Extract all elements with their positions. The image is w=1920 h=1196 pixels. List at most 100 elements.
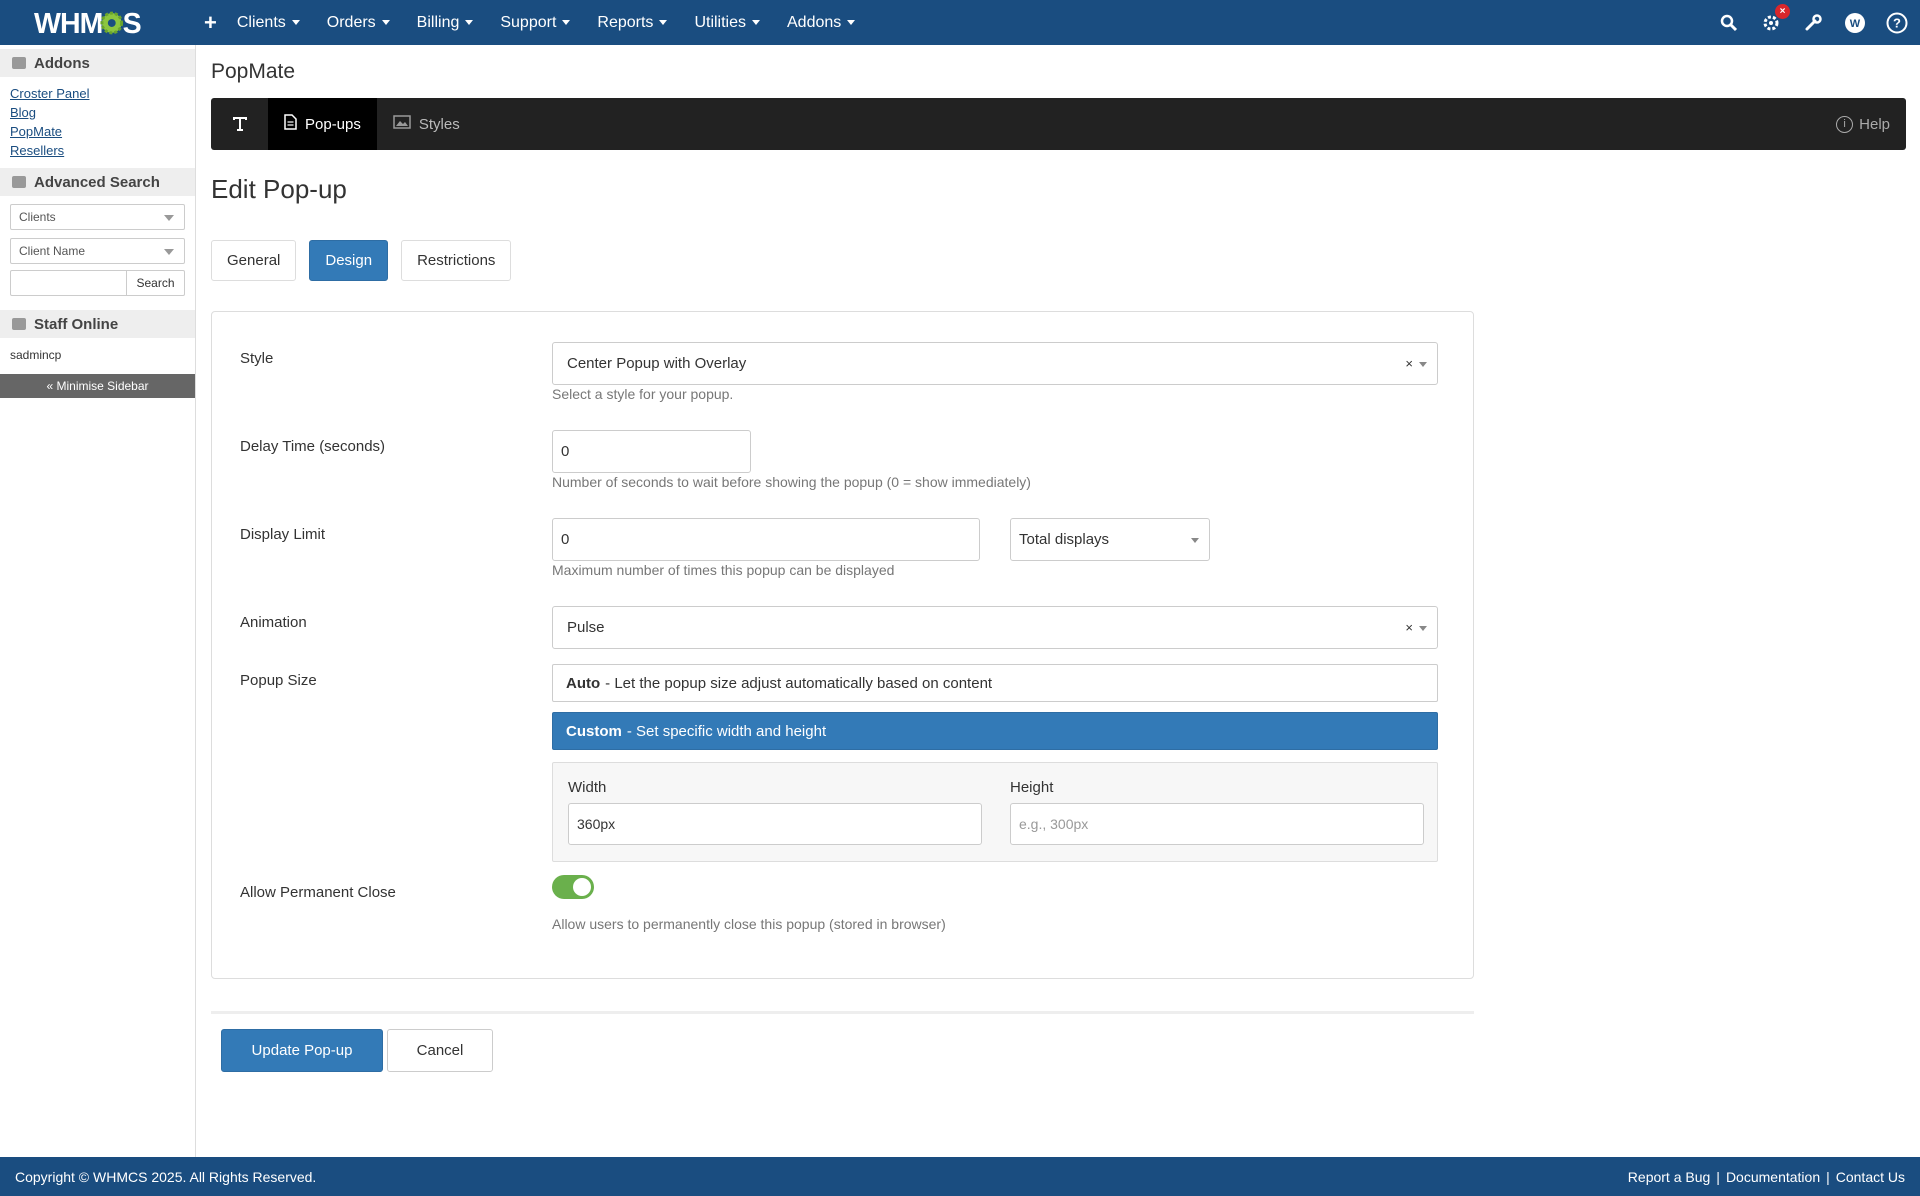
animation-select-value: Pulse (567, 619, 605, 636)
nav-reports-label: Reports (597, 13, 654, 31)
sidebar-link-resellers[interactable]: Resellers (10, 141, 185, 160)
binoculars-icon (12, 176, 26, 188)
animation-select[interactable]: Pulse × (552, 606, 1438, 649)
update-popup-button[interactable]: Update Pop-up (221, 1029, 383, 1072)
image-icon (393, 115, 411, 133)
sidebar-search-button[interactable]: Search (127, 270, 185, 296)
footer-separator: | (1716, 1168, 1720, 1185)
module-help-link[interactable]: i Help (1836, 98, 1890, 150)
search-field-value: Client Name (19, 244, 86, 258)
module-logo-icon[interactable] (211, 98, 268, 150)
perm-close-toggle[interactable] (552, 875, 594, 899)
nav-clients[interactable]: Clients (237, 14, 300, 32)
page-title: PopMate (211, 60, 296, 83)
nav-billing[interactable]: Billing (417, 14, 474, 32)
chevron-down-icon (1191, 538, 1199, 543)
svg-text:W: W (1850, 18, 1861, 30)
search-type-select[interactable]: Clients (10, 204, 185, 230)
search-type-value: Clients (19, 210, 56, 224)
sidebar-link-blog[interactable]: Blog (10, 103, 185, 122)
cancel-button[interactable]: Cancel (387, 1029, 493, 1072)
delay-input[interactable]: 0 (552, 430, 751, 473)
size-custom-desc: - Set specific width and height (626, 722, 827, 740)
footer: Copyright © WHMCS 2025. All Rights Reser… (0, 1157, 1920, 1196)
footer-documentation-link[interactable]: Documentation (1726, 1169, 1820, 1185)
sidebar-addons-links: Croster Panel Blog PopMate Resellers (0, 77, 195, 164)
caret-down-icon (562, 19, 571, 25)
caret-down-icon (291, 19, 300, 25)
size-auto-title: Auto (566, 674, 601, 692)
users-icon (12, 318, 26, 330)
nav-utilities[interactable]: Utilities (694, 14, 760, 32)
nav-orders-label: Orders (326, 13, 376, 31)
width-input-value: 360px (577, 816, 616, 832)
nav-orders[interactable]: Orders (327, 14, 390, 32)
quick-add-button[interactable]: + (204, 10, 217, 36)
sidebar-staff-title: Staff Online (34, 315, 119, 333)
whmcs-account-icon[interactable]: W (1844, 12, 1866, 34)
subtab-restrictions[interactable]: Restrictions (401, 240, 512, 281)
footer-report-bug-link[interactable]: Report a Bug (1628, 1169, 1711, 1185)
wrench-icon[interactable] (1802, 12, 1824, 34)
perm-close-label: Allow Permanent Close (240, 884, 396, 901)
style-select-value: Center Popup with Overlay (567, 355, 747, 372)
sidebar-staff-header: Staff Online (0, 310, 195, 338)
chevron-down-icon (1419, 362, 1427, 367)
display-limit-mode-value: Total displays (1019, 531, 1110, 548)
animation-label: Animation (240, 614, 307, 631)
sidebar-link-popmate[interactable]: PopMate (10, 122, 185, 141)
display-limit-help: Maximum number of times this popup can b… (552, 562, 895, 578)
help-circle-icon[interactable]: ? (1886, 12, 1908, 34)
subtab-design[interactable]: Design (309, 240, 389, 281)
height-label: Height (1010, 779, 1054, 796)
caret-down-icon (465, 19, 474, 25)
sidebar-link-croster-panel[interactable]: Croster Panel (10, 84, 185, 103)
style-select[interactable]: Center Popup with Overlay × (552, 342, 1438, 385)
nav-reports[interactable]: Reports (597, 13, 668, 32)
size-option-auto[interactable]: Auto - Let the popup size adjust automat… (552, 664, 1438, 702)
search-field-select[interactable]: Client Name (10, 238, 185, 264)
tab-styles-label: Styles (418, 115, 460, 133)
chevron-down-icon (164, 215, 174, 221)
height-input[interactable]: e.g., 300px (1010, 803, 1424, 845)
width-input[interactable]: 360px (568, 803, 982, 845)
size-custom-title: Custom (566, 722, 622, 740)
caret-down-icon (752, 19, 760, 25)
caret-down-icon (847, 19, 856, 25)
display-limit-input[interactable]: 0 (552, 518, 980, 561)
clear-icon[interactable]: × (1405, 620, 1413, 635)
size-option-custom[interactable]: Custom - Set specific width and height (552, 712, 1438, 750)
sidebar-search-input[interactable] (10, 270, 127, 296)
nav-support[interactable]: Support (500, 14, 571, 32)
staff-online-user: sadmincp (10, 348, 62, 362)
clear-icon[interactable]: × (1405, 356, 1413, 371)
caret-down-icon (659, 19, 668, 25)
top-navbar: WHM S + Clients Orders Billing Support R… (0, 0, 1920, 45)
tab-styles[interactable]: Styles (377, 98, 476, 150)
custom-size-fields: Width 360px Height e.g., 300px (552, 762, 1438, 862)
toggle-knob (573, 878, 591, 896)
nav-utilities-label: Utilities (694, 13, 746, 31)
automation-gears-icon[interactable]: × (1760, 3, 1790, 34)
style-label: Style (240, 350, 274, 367)
height-input-placeholder: e.g., 300px (1019, 816, 1089, 832)
footer-copyright: Copyright © WHMCS 2025. All Rights Reser… (15, 1168, 317, 1185)
minimise-sidebar-button[interactable]: « Minimise Sidebar (0, 374, 195, 398)
sidebar-addons-header: Addons (0, 49, 195, 77)
sidebar-addons-title: Addons (34, 54, 90, 72)
footer-contact-link[interactable]: Contact Us (1836, 1169, 1905, 1185)
whmcs-logo-mark: WHM S (34, 7, 142, 38)
tab-popups[interactable]: Pop-ups (268, 98, 377, 150)
sidebar-advsearch-title: Advanced Search (34, 173, 160, 191)
nav-addons[interactable]: Addons (787, 14, 856, 32)
chevron-down-icon (164, 249, 174, 255)
display-limit-mode-select[interactable]: Total displays (1010, 518, 1210, 561)
module-toolbar: Pop-ups Styles i Help (211, 98, 1906, 150)
search-icon[interactable] (1718, 12, 1740, 34)
width-label: Width (568, 779, 607, 796)
cube-icon (12, 57, 26, 69)
design-form-panel: Style Center Popup with Overlay × Select… (211, 311, 1474, 979)
main-content: PopMate Pop-ups Styles i Help Edit Pop-u… (211, 45, 1906, 1072)
subtab-general[interactable]: General (211, 240, 297, 281)
whmcs-logo[interactable]: WHM S (0, 0, 160, 45)
